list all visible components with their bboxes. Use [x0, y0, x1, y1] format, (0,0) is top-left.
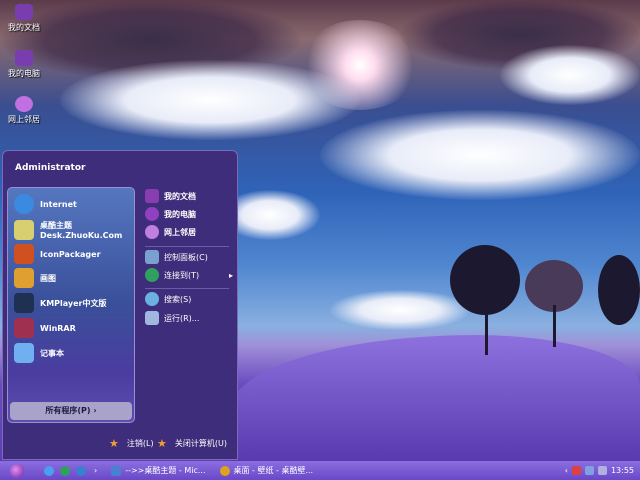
menu-item-iconpackager[interactable]: IconPackager [14, 244, 101, 264]
ie-icon[interactable] [76, 465, 86, 476]
tree-trunk [553, 305, 556, 347]
tray-expand-icon[interactable]: ‹ [565, 466, 568, 475]
divider [145, 246, 229, 247]
winrar-icon [14, 318, 34, 338]
folder-icon [15, 4, 33, 20]
folder-icon [145, 189, 159, 203]
network-tray-icon[interactable] [584, 466, 594, 475]
menu-item-notepad[interactable]: 记事本 [14, 343, 64, 363]
chevron-right-icon[interactable]: › [94, 466, 97, 475]
arrow-right-icon: › [93, 406, 97, 415]
network-icon [145, 225, 159, 239]
paint-icon [14, 268, 34, 288]
cloud [500, 45, 640, 105]
theme-icon [14, 220, 34, 240]
qq-icon[interactable] [571, 466, 581, 475]
menu-item-my-documents[interactable]: 我的文档 [145, 189, 196, 203]
network-icon [15, 96, 33, 112]
divider [145, 288, 229, 289]
user-name: Administrator [15, 163, 86, 173]
menu-item-control-panel[interactable]: 控制面板(C) [145, 250, 208, 264]
tree-trunk [485, 300, 488, 355]
notepad-icon [14, 343, 34, 363]
cloud [330, 290, 470, 330]
arrow-right-icon: ▸ [228, 270, 233, 280]
logoff-button[interactable]: ★ 注销(L) [109, 437, 154, 450]
all-programs-button[interactable]: 所有程序(P) › [10, 402, 132, 420]
kmplayer-icon [14, 293, 34, 313]
window-icon [111, 465, 122, 476]
ie-icon[interactable] [44, 465, 54, 476]
volume-icon[interactable] [597, 466, 607, 475]
computer-icon [145, 207, 159, 221]
start-button[interactable] [10, 463, 24, 478]
menu-item-my-computer[interactable]: 我的电脑 [145, 207, 196, 221]
desktop-icon-network[interactable]: 网上邻居 [4, 96, 44, 125]
menu-item-kmplayer[interactable]: KMPlayer中文版 [14, 293, 107, 313]
cloud [60, 60, 360, 140]
menu-item-run[interactable]: 运行(R)... [145, 311, 199, 325]
taskbar: › -->>桌酷主题 - Mic... 桌面 - 壁纸 - 桌酷壁... ‹ 1… [0, 461, 640, 480]
chrome-icon [219, 465, 230, 476]
system-tray: ‹ 13:55 [565, 466, 640, 475]
computer-icon [15, 50, 33, 66]
globe-icon [145, 268, 159, 282]
menu-item-paint[interactable]: 画图 [14, 268, 56, 288]
clock[interactable]: 13:55 [611, 466, 634, 475]
menu-item-internet[interactable]: Internet [14, 194, 77, 214]
control-panel-icon [145, 250, 159, 264]
taskbar-task[interactable]: -->>桌酷主题 - Mic... [111, 465, 206, 476]
logoff-icon: ★ [109, 437, 119, 450]
cloud [320, 110, 640, 200]
shutdown-icon: ★ [157, 437, 167, 450]
menu-item-network[interactable]: 网上邻居 [145, 225, 196, 239]
menu-item-connect-to[interactable]: 连接到(T) ▸ [145, 268, 233, 282]
taskbar-task[interactable]: 桌面 - 壁纸 - 桌酷壁... [219, 465, 313, 476]
shutdown-button[interactable]: ★ 关闭计算机(U) [157, 437, 227, 450]
tree [598, 255, 640, 325]
pinned-programs: Internet 桌酷主题 Desk.ZhuoKu.Com IconPackage… [7, 187, 135, 423]
desktop-icon-my-computer[interactable]: 我的电脑 [4, 50, 44, 79]
start-menu: Administrator Internet 桌酷主题 Desk.ZhuoKu.C… [2, 150, 238, 460]
menu-item-search[interactable]: 搜索(S) [145, 292, 191, 306]
desktop-icon-my-documents[interactable]: 我的文档 [4, 4, 44, 33]
menu-item-winrar[interactable]: WinRAR [14, 318, 76, 338]
iconpackager-icon [14, 244, 34, 264]
search-icon [145, 292, 159, 306]
run-icon [145, 311, 159, 325]
globe-icon[interactable] [60, 465, 70, 476]
lavender-field [230, 335, 640, 461]
ie-icon [14, 194, 34, 214]
menu-item-zhuoku[interactable]: 桌酷主题 Desk.ZhuoKu.Com [14, 220, 122, 240]
